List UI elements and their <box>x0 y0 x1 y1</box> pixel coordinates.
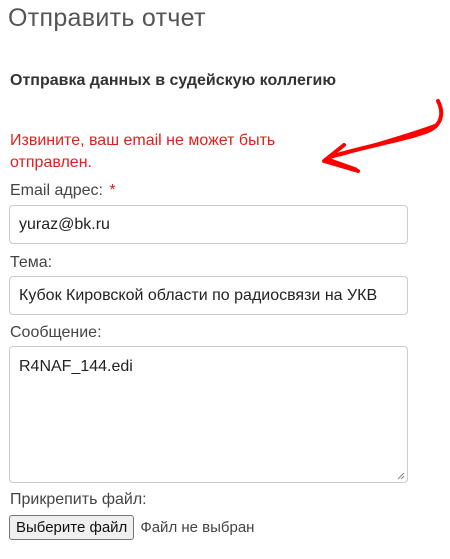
required-mark: * <box>109 182 116 199</box>
file-status: Файл не выбран <box>140 518 255 536</box>
email-label-text: Email адрес: <box>10 182 103 199</box>
hand-drawn-arrow-icon <box>322 99 444 173</box>
file-picker: Выберите файл Файл не выбран <box>9 514 254 540</box>
message-textarea-value: R4NAF_144.edi <box>19 358 133 375</box>
page-title: Отправить отчет <box>8 4 206 32</box>
form-subtitle: Отправка данных в судейскую коллегию <box>10 72 337 89</box>
subject-field[interactable]: Кубок Кировской области по радиосвязи на… <box>9 276 408 315</box>
email-field-value: yuraz@bk.ru <box>19 216 110 233</box>
subject-label: Тема: <box>10 254 53 271</box>
email-label: Email адрес: * <box>10 182 116 200</box>
email-field[interactable]: yuraz@bk.ru <box>9 205 408 244</box>
subject-field-value: Кубок Кировской области по радиосвязи на… <box>19 287 378 304</box>
message-label: Сообщение: <box>10 324 102 341</box>
resize-handle-icon[interactable] <box>397 472 405 480</box>
choose-file-button[interactable]: Выберите файл <box>9 514 135 540</box>
attachment-label: Прикрепить файл: <box>10 491 147 508</box>
message-textarea[interactable]: R4NAF_144.edi <box>9 346 408 483</box>
error-message: Извините, ваш email не может быть отправ… <box>10 132 276 171</box>
send-report-page: Отправить отчет Отправка данных в судейс… <box>0 0 450 559</box>
